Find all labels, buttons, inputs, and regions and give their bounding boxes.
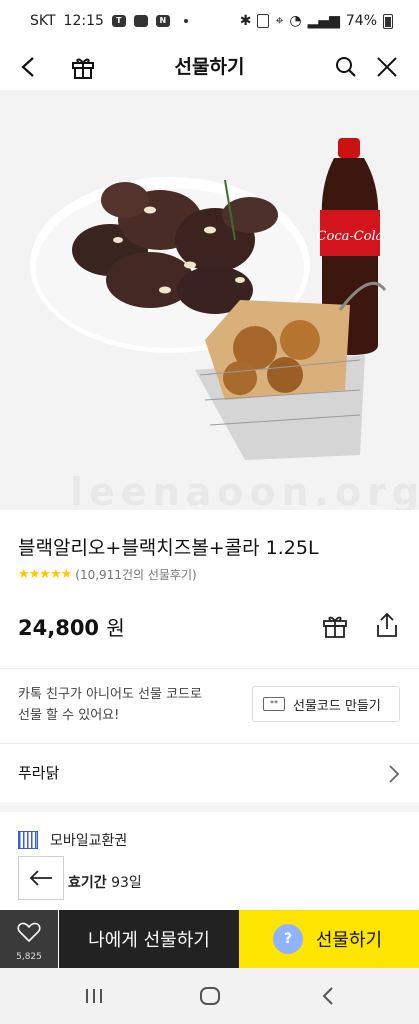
rating-row[interactable]: ★★★★★ (10,911건의 선물후기) xyxy=(18,566,197,583)
validity-label: 효기간 xyxy=(68,875,107,891)
battery-percent: 74% xyxy=(345,13,377,29)
product-title: 블랙알리오+블랙치즈볼+콜라 1.25L xyxy=(18,537,319,559)
system-nav-bar xyxy=(0,968,419,1024)
gift-code-icon: ** xyxy=(263,697,285,711)
gift-wish-button[interactable] xyxy=(318,608,352,642)
app-header: 선물하기 xyxy=(0,44,419,90)
location-icon: ⌖ xyxy=(275,13,284,29)
brand-name: 푸라닭 xyxy=(18,764,60,782)
home-icon xyxy=(200,987,220,1005)
product-image: Coca-Cola leenaoon.org xyxy=(0,90,419,510)
vibrate-icon xyxy=(257,14,270,28)
back-icon xyxy=(322,987,333,1005)
bottom-action-bar: 5,825 나에게 선물하기 선물하기 xyxy=(0,910,419,968)
system-back-button[interactable] xyxy=(308,980,348,1012)
bluetooth-icon: ✱ xyxy=(239,13,252,29)
voucher-type-row: 모바일교환권 xyxy=(18,830,127,850)
battery-icon xyxy=(383,13,393,29)
more-notifications-icon xyxy=(183,19,188,23)
home-button[interactable] xyxy=(190,980,230,1012)
image-watermark: leenaoon.org xyxy=(70,470,419,510)
voucher-type: 모바일교환권 xyxy=(50,833,128,849)
validity-value: 93일 xyxy=(111,875,142,891)
clock: 12:15 xyxy=(63,13,104,29)
search-button[interactable] xyxy=(329,50,363,84)
carrier-label: SKT xyxy=(30,13,56,29)
brand-row[interactable]: 푸라닭 xyxy=(0,744,419,802)
section-gap xyxy=(0,802,419,812)
price-currency: 원 xyxy=(106,616,125,640)
gift-to-me-label: 나에게 선물하기 xyxy=(88,930,210,951)
floating-back-button[interactable] xyxy=(18,856,64,900)
svg-text:Coca-Cola: Coca-Cola xyxy=(317,229,384,244)
gift-code-description: 카톡 친구가 아니어도 선물 코드로 선물 할 수 있어요! xyxy=(18,684,238,726)
product-photo: Coca-Cola xyxy=(30,138,387,460)
status-left: SKT 12:15 T N xyxy=(30,13,188,29)
gift-to-me-button[interactable]: 나에게 선물하기 xyxy=(59,910,239,968)
price-value: 24,800 xyxy=(18,616,100,640)
share-icon xyxy=(377,612,397,637)
gift-code-line-1: 카톡 친구가 아니어도 선물 코드로 xyxy=(18,687,202,702)
naver-notification-icon: N xyxy=(155,15,170,27)
chevron-right-icon xyxy=(389,765,400,783)
help-floating-icon[interactable]: ? xyxy=(273,924,303,954)
wifi-icon: ◔ xyxy=(289,13,302,29)
close-button[interactable] xyxy=(370,50,404,84)
rating-stars: ★★★★★ xyxy=(18,567,72,582)
search-icon xyxy=(336,57,356,77)
validity-row: 효기간 93일 xyxy=(68,872,142,892)
gift-code-line-2: 선물 할 수 있어요! xyxy=(18,708,120,723)
create-gift-code-button[interactable]: ** 선물코드 만들기 xyxy=(252,686,400,722)
recent-apps-icon xyxy=(86,989,102,1003)
review-count: (10,911건의 선물후기) xyxy=(75,568,197,582)
gift-icon xyxy=(323,616,347,638)
barcode-icon xyxy=(18,831,38,849)
status-right: ✱ ⌖ ◔ ▂▄▆ 74% xyxy=(240,13,393,29)
recent-apps-button[interactable] xyxy=(74,980,114,1012)
status-bar: SKT 12:15 T N ✱ ⌖ ◔ ▂▄▆ 74% xyxy=(0,0,419,44)
close-icon xyxy=(377,57,397,77)
heart-icon xyxy=(17,922,41,943)
wish-count: 5,825 xyxy=(16,952,42,962)
kakaotalk-notification-icon: T xyxy=(111,15,126,27)
section-divider xyxy=(0,668,419,669)
send-gift-button[interactable]: 선물하기 xyxy=(239,910,419,968)
product-price: 24,800 원 xyxy=(18,612,125,641)
message-notification-icon xyxy=(133,15,148,27)
wishlist-button[interactable]: 5,825 xyxy=(0,910,58,968)
signal-icon: ▂▄▆ xyxy=(307,13,340,29)
arrow-left-icon xyxy=(29,870,52,886)
create-gift-code-label: 선물코드 만들기 xyxy=(293,698,381,714)
share-button[interactable] xyxy=(370,608,404,642)
